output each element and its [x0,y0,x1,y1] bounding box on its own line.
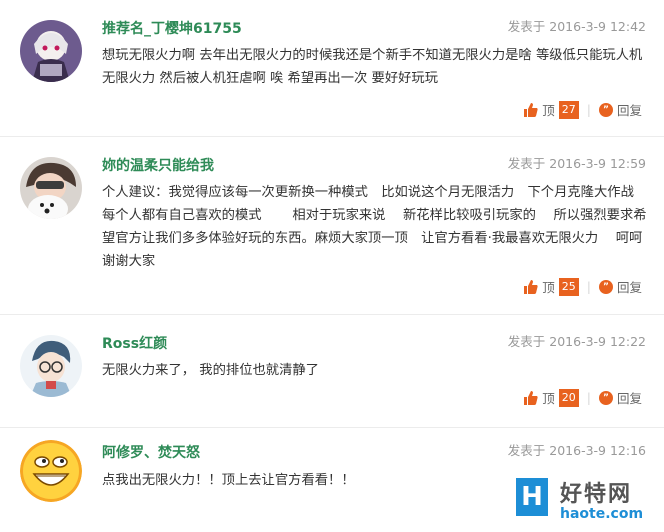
username[interactable]: 阿修罗、焚天怒 [102,442,200,462]
avatar[interactable] [20,20,82,82]
timestamp: 发表于 2016-3-9 12:42 [507,19,646,34]
username[interactable]: 妳的温柔只能给我 [102,155,214,175]
comment-text: 个人建议：我觉得应该每一次更新换一种模式 比如说这个月无限活力 下个月克隆大作战… [102,185,660,269]
like-label: 顶 [542,280,555,295]
reply-label: 回复 [616,103,642,118]
comment-item: 妳的温柔只能给我 发表于 2016-3-9 12:59 个人建议：我觉得应该每一… [0,137,664,315]
thumbs-up-icon [524,102,538,117]
like-count: 25 [558,277,579,296]
divider: | [586,102,591,117]
avatar[interactable] [20,440,82,502]
timestamp: 发表于 2016-3-9 12:22 [507,334,646,349]
comment-actions: 顶 20 | ” 回复 [524,388,642,407]
watermark-site-name: 好特网 [560,482,633,507]
comment-text: 无限火力来了， 我的排位也就清静了 [102,363,319,378]
comment-text: 想玩无限火力啊 去年出无限火力的时候我还是个新手不知道无限火力是啥 等级低只能玩… [102,48,643,86]
like-button[interactable]: 顶 25 [524,277,579,296]
avatar[interactable] [20,157,82,219]
like-label: 顶 [542,391,555,406]
username[interactable]: 推荐名_丁樱坤61755 [102,18,242,38]
like-button[interactable]: 顶 27 [524,100,579,119]
speech-bubble-icon: ” [598,102,613,117]
divider: | [586,390,591,405]
timestamp: 发表于 2016-3-9 12:16 [507,443,646,458]
reply-label: 回复 [616,280,642,295]
avatar[interactable] [20,335,82,397]
thumbs-up-icon [524,279,538,294]
comment-item: 推荐名_丁樱坤61755 发表于 2016-3-9 12:42 想玩无限火力啊 … [0,0,664,137]
reply-button[interactable]: ” 回复 [598,277,642,296]
timestamp: 发表于 2016-3-9 12:59 [507,156,646,171]
reply-label: 回复 [616,391,642,406]
reply-button[interactable]: ” 回复 [598,388,642,407]
site-watermark: H 好特网 haote.com [516,476,664,532]
comment-actions: 顶 25 | ” 回复 [524,277,642,296]
watermark-url: haote.com [560,506,644,522]
thumbs-up-icon [524,390,538,405]
divider: | [586,279,591,294]
reply-button[interactable]: ” 回复 [598,100,642,119]
like-count: 20 [558,388,579,407]
like-button[interactable]: 顶 20 [524,388,579,407]
watermark-logo-icon: H [516,478,548,516]
username[interactable]: Ross红颜 [102,333,167,353]
comment-item: Ross红颜 发表于 2016-3-9 12:22 无限火力来了， 我的排位也就… [0,315,664,428]
like-label: 顶 [542,103,555,118]
speech-bubble-icon: ” [598,279,613,294]
like-count: 27 [558,100,579,119]
speech-bubble-icon: ” [598,390,613,405]
comment-actions: 顶 27 | ” 回复 [524,100,642,119]
